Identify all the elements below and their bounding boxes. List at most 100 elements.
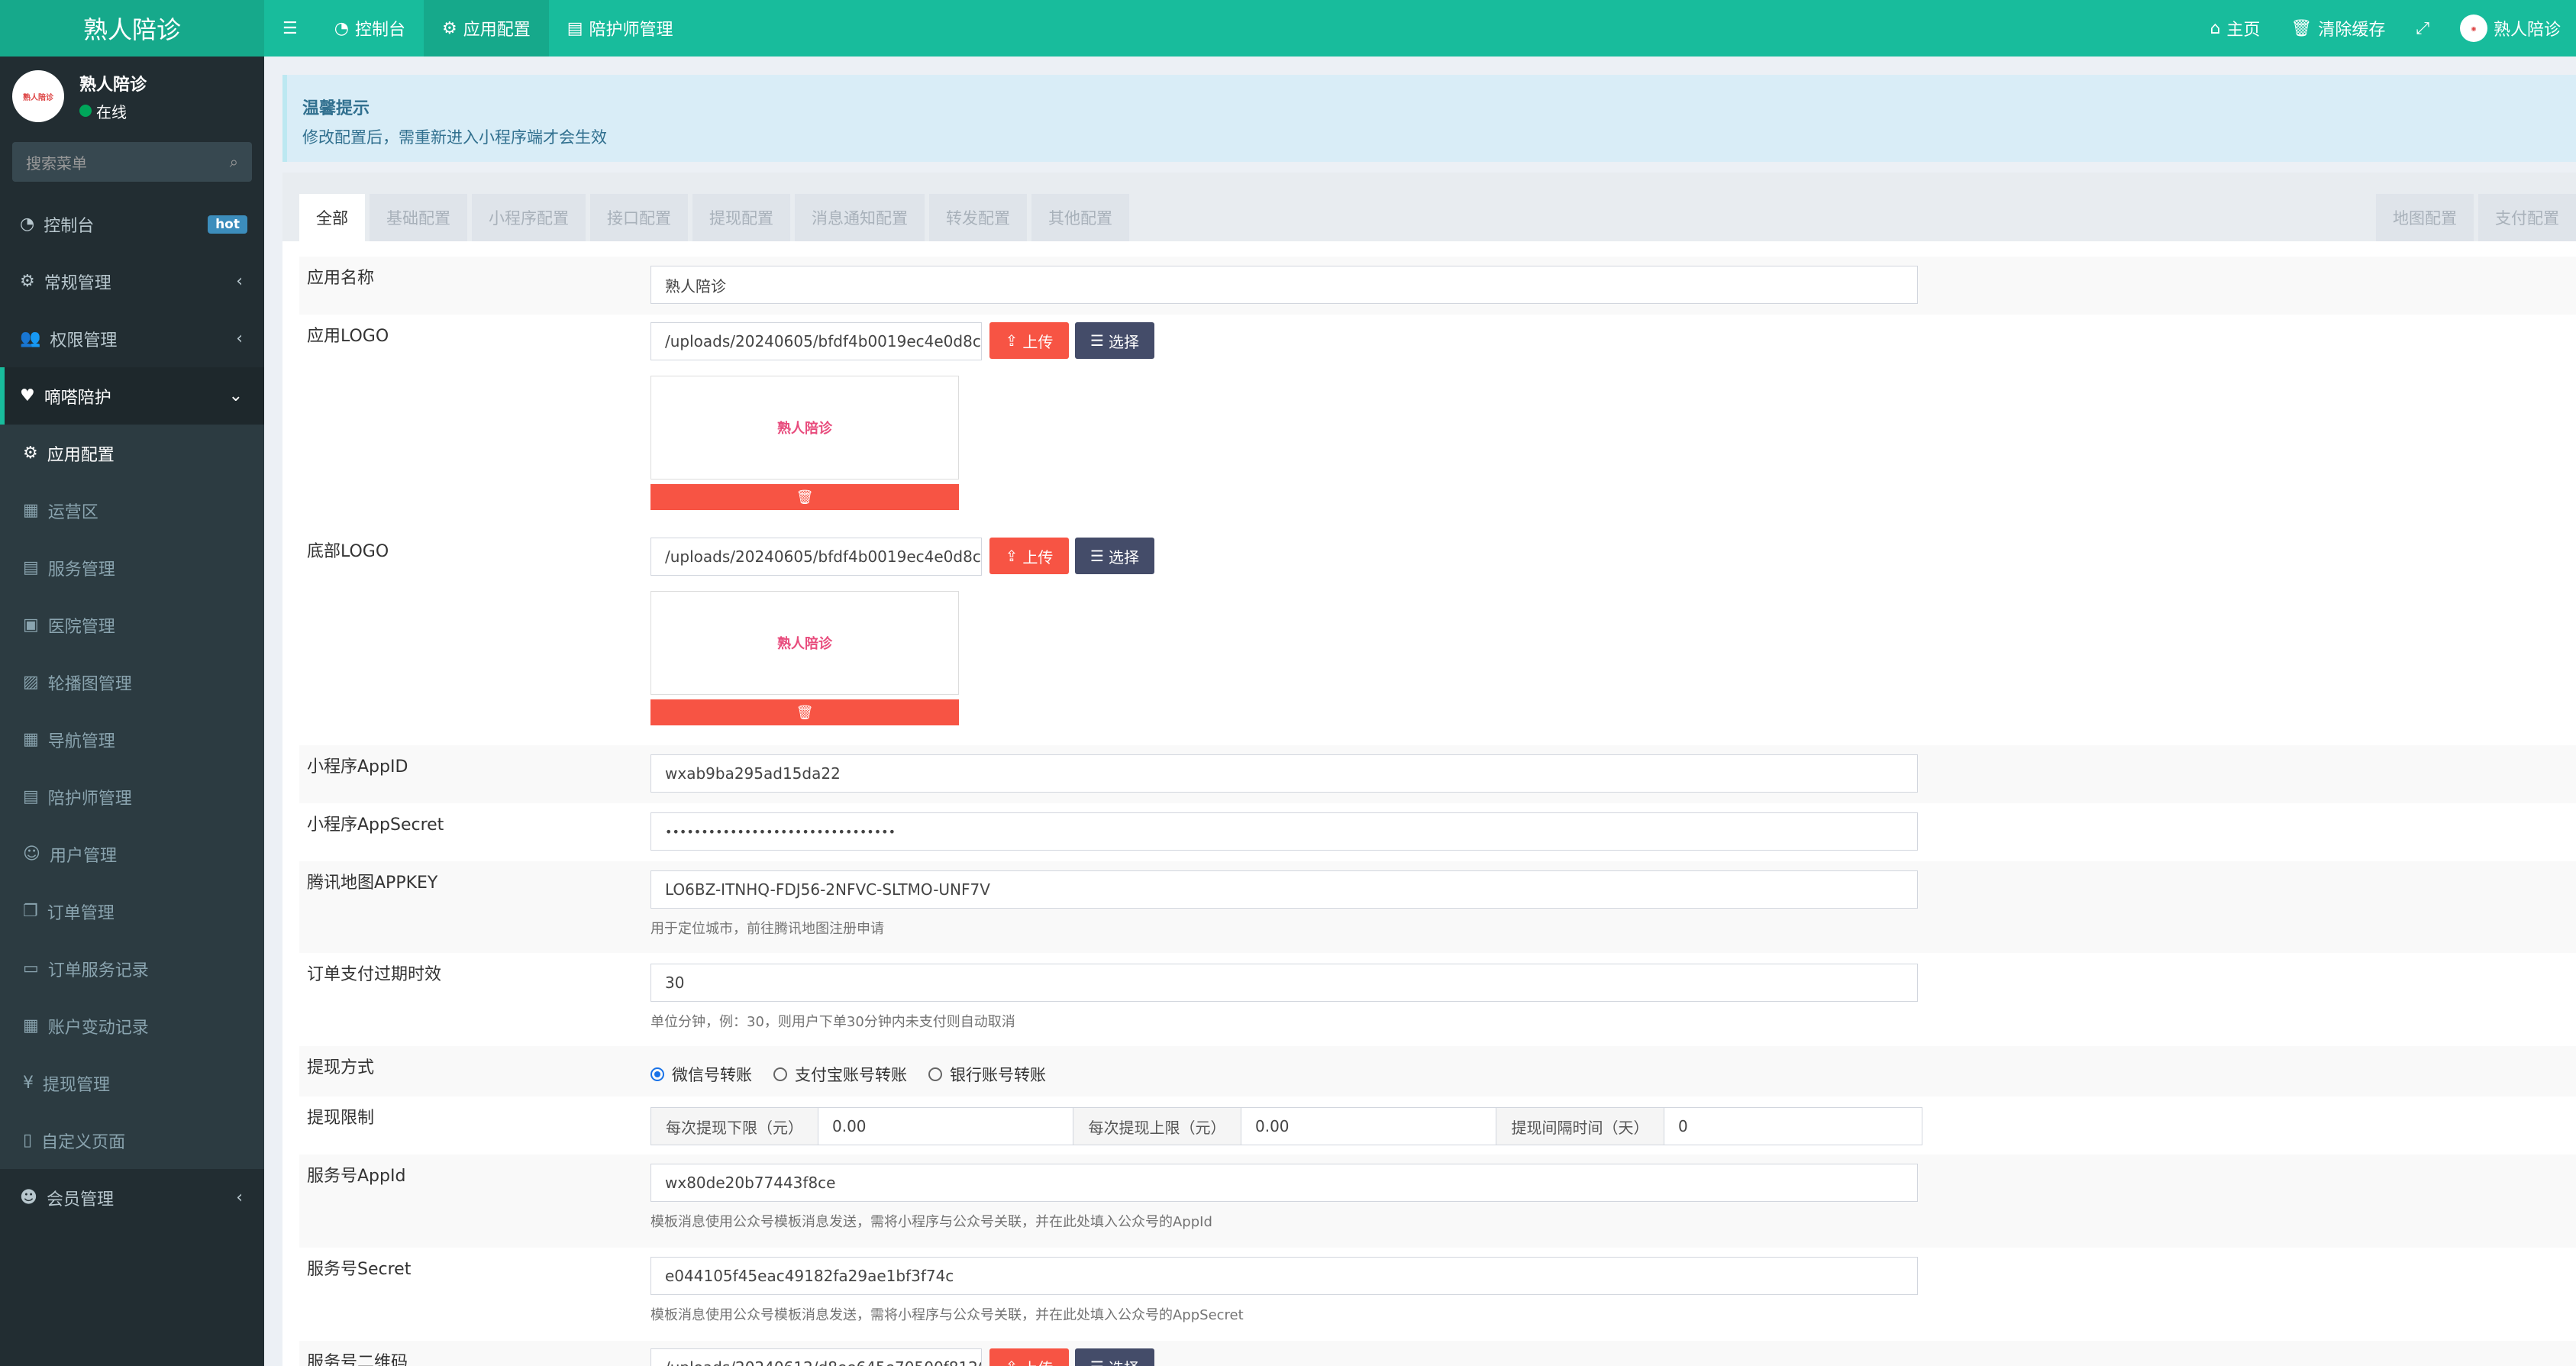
sidebar-subitem-label: 提现管理 [43,1075,111,1095]
sidebar-subitem-account-log[interactable]: ▦ 账户变动记录 [0,997,264,1054]
user-status: 在线 [79,100,147,122]
app-name-input[interactable]: 熟人陪诊 [650,266,1918,304]
tab-other[interactable]: 其他配置 [1031,194,1129,241]
radio-wechat[interactable]: 微信号转账 [650,1063,752,1086]
user-panel: 熟人陪诊 熟人陪诊 在线 [0,57,264,136]
order-expire-label: 订单支付过期时效 [307,965,442,984]
order-expire-input[interactable]: 30 [650,964,1918,1002]
sidebar-subitem-custom-page[interactable]: ▯ 自定义页面 [0,1112,264,1169]
sidebar: 熟人陪诊 熟人陪诊 在线 搜索菜单 ⌕ ◔ 控制台 hot ⚙ 常规管理 ‹ 👥… [0,57,264,1366]
mp-qrcode-choose-button[interactable]: ☰ 选择 [1075,1348,1154,1366]
bottom-logo-upload-button[interactable]: ⇪ 上传 [989,538,1069,574]
app-logo-input[interactable]: /uploads/20240605/bfdf4b0019ec4e0d8ce5c [650,322,982,360]
sidebar-item-escort[interactable]: ♥ 嘀嗒陪护 ⌄ [0,367,264,425]
user-menu[interactable]: ◉ 熟人陪诊 [2445,0,2576,57]
app-logo-delete-button[interactable]: 🗑 [650,484,959,510]
app-logo-image: 熟人陪诊 [777,421,832,437]
sidebar-item-members[interactable]: ☻ 会员管理 ‹ [0,1169,264,1226]
sidebar-subitem-label: 轮播图管理 [47,674,132,694]
sidebar-subitem-hospital[interactable]: ▣ 医院管理 [0,596,264,654]
tab-all[interactable]: 全部 [299,194,365,241]
bottom-logo-preview: 熟人陪诊 [650,591,959,695]
withdraw-max-input[interactable]: 0.00 [1241,1107,1496,1145]
sidebar-item-label: 会员管理 [46,1190,114,1209]
bottom-logo-delete-button[interactable]: 🗑 [650,699,959,725]
sidebar-subitem-navigation[interactable]: ▦ 导航管理 [0,711,264,768]
radio-bank[interactable]: 银行账号转账 [928,1063,1046,1086]
sidebar-item-dashboard[interactable]: ◔ 控制台 hot [0,195,264,253]
sidebar-subitem-order-service-log[interactable]: ▭ 订单服务记录 [0,940,264,997]
id-card-icon: ▤ [567,18,583,38]
radio-unchecked-icon [928,1067,942,1081]
sidebar-subitem-label: 应用配置 [47,445,115,465]
tab-withdraw[interactable]: 提现配置 [692,194,790,241]
appid-label: 小程序AppID [307,757,408,777]
sidebar-search-input[interactable]: 搜索菜单 ⌕ [12,142,252,182]
user-menu-label: 熟人陪诊 [2493,21,2561,40]
sidebar-subitem-withdraw[interactable]: ¥ 提现管理 [0,1054,264,1112]
sidebar-item-permissions[interactable]: 👥 权限管理 ‹ [0,310,264,367]
sidebar-submenu: ⚙ 应用配置 ▦ 运营区 ▤ 服务管理 ▣ 医院管理 ▨ 轮播图管理 ▦ 导航管… [0,425,264,1169]
bottom-logo-label: 底部LOGO [307,542,389,561]
search-icon[interactable]: ⌕ [230,153,238,171]
tab-notification[interactable]: 消息通知配置 [795,194,925,241]
online-dot-icon [79,105,92,117]
app-logo-choose-button[interactable]: ☰ 选择 [1075,322,1154,359]
topnav-app-config[interactable]: ⚙ 应用配置 [423,0,549,57]
tab-basic[interactable]: 基础配置 [370,194,467,241]
trash-icon: 🗑 [796,704,814,721]
withdraw-limit-label: 提现限制 [307,1109,375,1128]
tab-payment[interactable]: 支付配置 [2478,194,2576,241]
brand-logo[interactable]: 熟人陪诊 [0,0,264,57]
fullscreen-button[interactable]: ⤢ [2400,0,2445,57]
tab-share[interactable]: 转发配置 [929,194,1027,241]
mp-qrcode-label: 服务号二维码 [307,1353,408,1366]
mp-secret-input[interactable]: e044105f45eac49182fa29ae1bf3f74c [650,1257,1918,1295]
map-key-input[interactable]: LO6BZ-ITNHQ-FDJ56-2NFVC-SLTMO-UNF7V [650,870,1918,909]
sidebar-subitem-orders[interactable]: ❐ 订单管理 [0,883,264,940]
hamburger-icon: ☰ [282,18,298,38]
dashboard-icon: ◔ [334,18,349,38]
mp-appid-input[interactable]: wx80de20b77443f8ce [650,1164,1918,1202]
appid-input[interactable]: wxab9ba295ad15da22 [650,754,1918,793]
top-navbar: 熟人陪诊 ☰ ◔ 控制台 ⚙ 应用配置 ▤ 陪护师管理 ⌂ 主页 🗑 清除缓存 … [0,0,2576,57]
clear-cache-button[interactable]: 🗑 清除缓存 [2275,0,2400,57]
topnav-escort-manage[interactable]: ▤ 陪护师管理 [549,0,692,57]
list-icon: ▤ [23,558,39,577]
upload-label: 上传 [1022,332,1054,351]
radio-alipay[interactable]: 支付宝账号转账 [773,1063,907,1086]
row-bottom-logo: 底部LOGO /uploads/20240605/bfdf4b0019ec4e0… [299,530,2576,745]
sidebar-subitem-users[interactable]: ☺ 用户管理 [0,825,264,883]
callout-text: 修改配置后，需重新进入小程序端才会生效 [302,128,607,147]
sidebar-item-label: 权限管理 [50,331,118,350]
appsecret-input[interactable]: •••••••••••••••••••••••••••••••• [650,812,1918,851]
sidebar-subitem-service[interactable]: ▤ 服务管理 [0,539,264,596]
upload-icon: ⇪ [1006,1358,1018,1366]
sidebar-subitem-escort[interactable]: ▤ 陪护师管理 [0,768,264,825]
sidebar-item-general[interactable]: ⚙ 常规管理 ‹ [0,253,264,310]
sidebar-toggle-button[interactable]: ☰ [264,0,316,57]
withdraw-min-input[interactable]: 0.00 [818,1107,1073,1145]
row-order-expire: 订单支付过期时效 30 单位分钟，例：30，则用户下单30分钟内未支付则自动取消 [299,953,2576,1046]
mp-qrcode-input[interactable]: /uploads/20240612/d8ee645e70500f8126165 [650,1348,982,1366]
sidebar-subitem-label: 服务管理 [47,560,115,580]
tab-api[interactable]: 接口配置 [590,194,688,241]
mp-appid-label: 服务号AppId [307,1167,406,1186]
yen-icon: ¥ [23,1074,34,1093]
sidebar-subitem-app-config[interactable]: ⚙ 应用配置 [0,425,264,482]
radio-checked-icon [650,1067,664,1081]
app-logo-upload-button[interactable]: ⇪ 上传 [989,322,1069,359]
tab-map[interactable]: 地图配置 [2376,194,2474,241]
sidebar-subitem-operation-area[interactable]: ▦ 运营区 [0,482,264,539]
bottom-logo-choose-button[interactable]: ☰ 选择 [1075,538,1154,574]
sidebar-subitem-banner[interactable]: ▨ 轮播图管理 [0,654,264,711]
row-appsecret: 小程序AppSecret •••••••••••••••••••••••••••… [299,803,2576,861]
topnav-dashboard[interactable]: ◔ 控制台 [316,0,424,57]
heartbeat-icon: ♥ [20,386,35,405]
home-link[interactable]: ⌂ 主页 [2194,0,2275,57]
mp-qrcode-upload-button[interactable]: ⇪ 上传 [989,1348,1069,1366]
tab-miniprogram[interactable]: 小程序配置 [472,194,586,241]
withdraw-interval-input[interactable]: 0 [1664,1107,1922,1145]
chevron-left-icon: ‹ [236,1188,243,1207]
bottom-logo-input[interactable]: /uploads/20240605/bfdf4b0019ec4e0d8ce5c [650,538,982,576]
